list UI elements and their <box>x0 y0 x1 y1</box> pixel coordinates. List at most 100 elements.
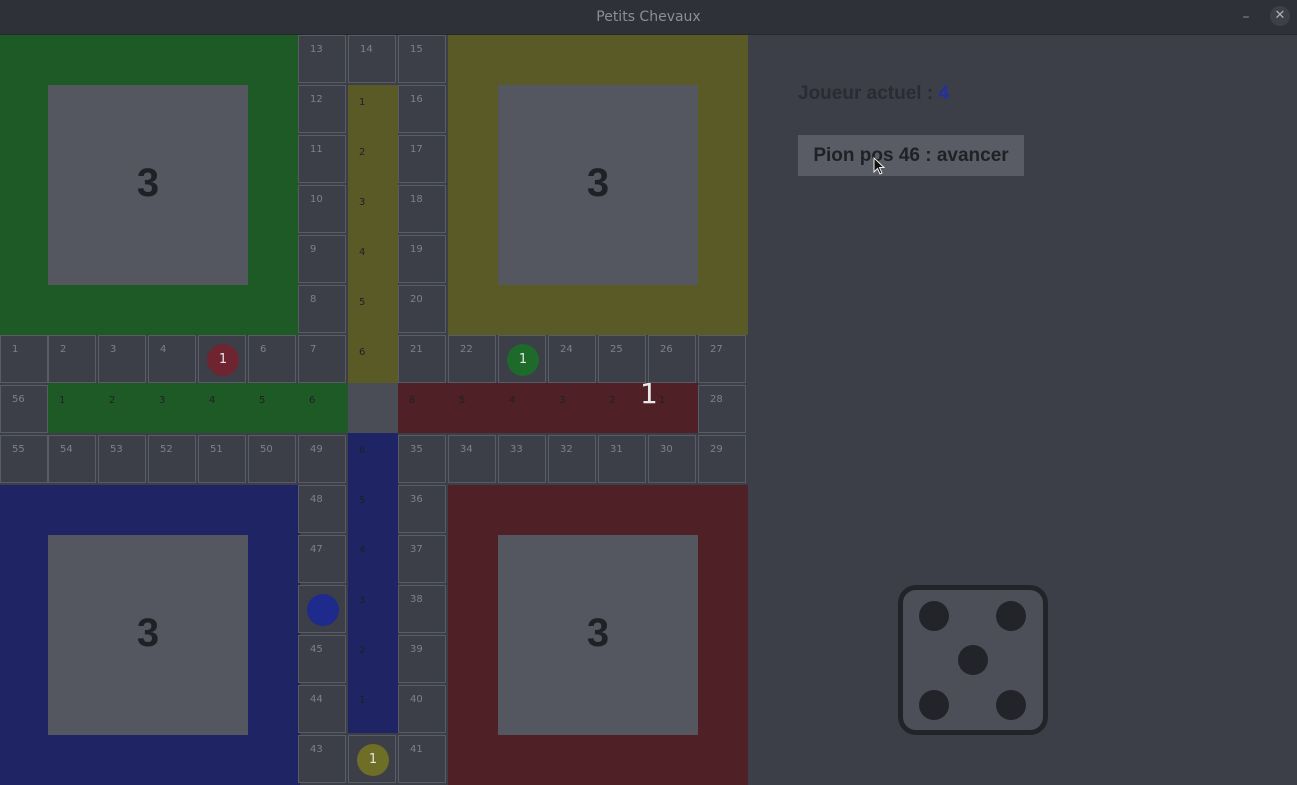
move-pawn-button[interactable]: Pion pos 46 : avancer <box>798 135 1024 176</box>
track-cell-48[interactable]: 48 <box>298 485 346 533</box>
track-cell-26[interactable]: 26 <box>648 335 696 383</box>
cell-number-label: 50 <box>260 444 273 455</box>
blue-lane-4[interactable]: 4 <box>348 533 398 583</box>
track-cell-31[interactable]: 31 <box>598 435 646 483</box>
track-cell-14[interactable]: 14 <box>348 35 396 83</box>
track-cell-33[interactable]: 33 <box>498 435 546 483</box>
track-cell-11[interactable]: 11 <box>298 135 346 183</box>
track-cell-32[interactable]: 32 <box>548 435 596 483</box>
track-cell-35[interactable]: 35 <box>398 435 446 483</box>
yellow-lane-4[interactable]: 4 <box>348 235 398 285</box>
track-cell-22[interactable]: 22 <box>448 335 496 383</box>
track-cell-55[interactable]: 55 <box>0 435 48 483</box>
track-cell-1[interactable]: 1 <box>0 335 48 383</box>
track-cell-20[interactable]: 20 <box>398 285 446 333</box>
track-cell-8[interactable]: 8 <box>298 285 346 333</box>
track-cell-10[interactable]: 10 <box>298 185 346 233</box>
track-cell-37[interactable]: 37 <box>398 535 446 583</box>
current-player: Joueur actuel : 4 <box>798 83 949 105</box>
red-lane-3[interactable]: 3 <box>548 383 598 433</box>
track-cell-27[interactable]: 27 <box>698 335 746 383</box>
track-cell-3[interactable]: 3 <box>98 335 146 383</box>
close-button[interactable]: ✕ <box>1270 6 1290 26</box>
track-cell-36[interactable]: 36 <box>398 485 446 533</box>
dice[interactable] <box>898 585 1048 735</box>
track-cell-6[interactable]: 6 <box>248 335 296 383</box>
track-cell-7[interactable]: 7 <box>298 335 346 383</box>
track-cell-18[interactable]: 18 <box>398 185 446 233</box>
track-cell-24[interactable]: 24 <box>548 335 596 383</box>
blue-lane-6[interactable]: 6 <box>348 433 398 483</box>
track-cell-53[interactable]: 53 <box>98 435 146 483</box>
track-cell-41[interactable]: 41 <box>398 735 446 783</box>
track-cell-38[interactable]: 38 <box>398 585 446 633</box>
cell-number-label: 19 <box>410 244 423 255</box>
green-lane-6[interactable]: 6 <box>298 383 348 433</box>
track-cell-45[interactable]: 45 <box>298 635 346 683</box>
yellow-lane-6[interactable]: 6 <box>348 335 398 385</box>
pawn-blue[interactable]: 1 <box>307 594 339 626</box>
track-cell-12[interactable]: 12 <box>298 85 346 133</box>
track-cell-54[interactable]: 54 <box>48 435 96 483</box>
track-cell-13[interactable]: 13 <box>298 35 346 83</box>
green-lane-4[interactable]: 4 <box>198 383 248 433</box>
yellow-lane-1[interactable]: 1 <box>348 85 398 135</box>
track-cell-44[interactable]: 44 <box>298 685 346 733</box>
track-cell-29[interactable]: 29 <box>698 435 746 483</box>
track-cell-50[interactable]: 50 <box>248 435 296 483</box>
cell-number-label: 35 <box>410 444 423 455</box>
track-cell-39[interactable]: 39 <box>398 635 446 683</box>
pawn-red[interactable]: 1 <box>207 344 239 376</box>
red-lane-5[interactable]: 5 <box>448 383 498 433</box>
track-cell-40[interactable]: 40 <box>398 685 446 733</box>
track-cell-34[interactable]: 34 <box>448 435 496 483</box>
cell-number-label: 41 <box>410 744 423 755</box>
minimize-button[interactable]: – <box>1236 8 1256 28</box>
cell-number-label: 5 <box>259 395 266 406</box>
blue-lane-1[interactable]: 1 <box>348 683 398 733</box>
home-yellow-stable: 3 <box>498 85 698 285</box>
green-lane-1[interactable]: 1 <box>48 383 98 433</box>
home-yellow: 3 <box>448 35 748 335</box>
red-lane-6[interactable]: 6 <box>398 383 448 433</box>
track-cell-2[interactable]: 2 <box>48 335 96 383</box>
side-panel: Joueur actuel : 4 Pion pos 46 : avancer <box>750 35 1297 785</box>
dice-pip <box>919 690 949 720</box>
track-cell-56[interactable]: 56 <box>0 385 48 433</box>
red-lane-4[interactable]: 4 <box>498 383 548 433</box>
yellow-lane-3[interactable]: 3 <box>348 185 398 235</box>
green-lane-5[interactable]: 5 <box>248 383 298 433</box>
yellow-lane-5[interactable]: 5 <box>348 285 398 335</box>
track-cell-49[interactable]: 49 <box>298 435 346 483</box>
track-cell-47[interactable]: 47 <box>298 535 346 583</box>
pawn-green[interactable]: 1 <box>507 344 539 376</box>
cell-number-label: 47 <box>310 544 323 555</box>
blue-lane-5[interactable]: 5 <box>348 483 398 533</box>
track-cell-9[interactable]: 9 <box>298 235 346 283</box>
cell-number-label: 8 <box>310 294 317 305</box>
track-cell-4[interactable]: 4 <box>148 335 196 383</box>
cell-number-label: 4 <box>359 247 366 258</box>
track-cell-15[interactable]: 15 <box>398 35 446 83</box>
track-cell-21[interactable]: 21 <box>398 335 446 383</box>
cell-number-label: 26 <box>660 344 673 355</box>
track-cell-43[interactable]: 43 <box>298 735 346 783</box>
track-cell-25[interactable]: 25 <box>598 335 646 383</box>
pawn-yellow[interactable]: 1 <box>357 744 389 776</box>
blue-lane-3[interactable]: 3 <box>348 583 398 633</box>
track-cell-51[interactable]: 51 <box>198 435 246 483</box>
track-cell-28[interactable]: 28 <box>698 385 746 433</box>
green-lane-2[interactable]: 2 <box>98 383 148 433</box>
yellow-lane-2[interactable]: 2 <box>348 135 398 185</box>
cell-number-label: 25 <box>610 344 623 355</box>
track-cell-19[interactable]: 19 <box>398 235 446 283</box>
track-cell-17[interactable]: 17 <box>398 135 446 183</box>
track-cell-16[interactable]: 16 <box>398 85 446 133</box>
cell-number-label: 15 <box>410 44 423 55</box>
green-lane-3[interactable]: 3 <box>148 383 198 433</box>
track-cell-52[interactable]: 52 <box>148 435 196 483</box>
track-cell-30[interactable]: 30 <box>648 435 696 483</box>
blue-lane-2[interactable]: 2 <box>348 633 398 683</box>
dice-pip <box>958 645 988 675</box>
cell-number-label: 37 <box>410 544 423 555</box>
